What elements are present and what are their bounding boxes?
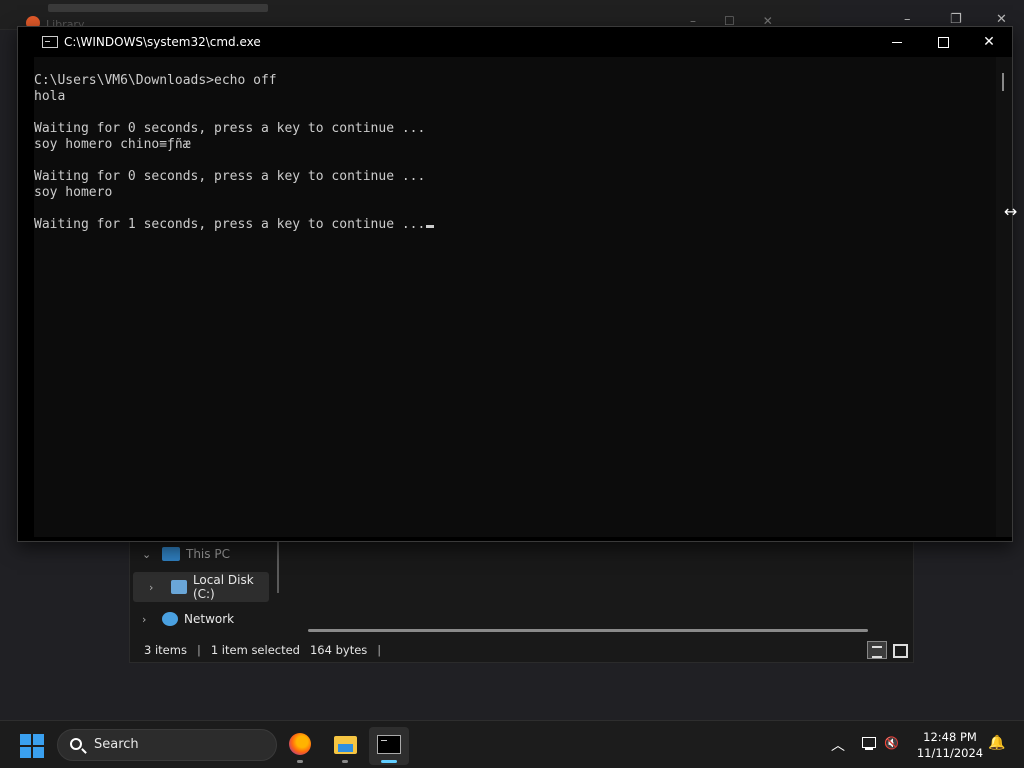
- console-line: soy homero: [34, 185, 113, 200]
- library-tab-strip: [48, 4, 268, 12]
- console-text: C:\Users\VM6\Downloads>echo off hola Wait…: [34, 73, 435, 233]
- computer-icon: [162, 547, 180, 561]
- search-label: Search: [94, 737, 139, 752]
- console-output[interactable]: C:\Users\VM6\Downloads>echo off hola Wait…: [34, 57, 996, 537]
- content-horizontal-scrollbar[interactable]: [308, 629, 868, 632]
- file-explorer-icon: [334, 736, 357, 754]
- taskbar-clock[interactable]: 12:48 PM 11/11/2024: [915, 729, 985, 761]
- network-icon: [162, 612, 178, 626]
- firefox-icon: [289, 733, 311, 755]
- nav-item-label: Network: [184, 612, 235, 626]
- clock-time: 12:48 PM: [923, 730, 977, 744]
- active-indicator: [381, 760, 397, 763]
- console-line-last: Waiting for 1 seconds, press a key to co…: [34, 217, 435, 233]
- explorer-restore-icon[interactable]: ❐: [950, 12, 962, 27]
- nav-item-network[interactable]: › Network: [130, 604, 270, 634]
- status-item-count: 3 items: [144, 643, 187, 657]
- nav-item-this-pc[interactable]: ⌄ This PC: [130, 539, 270, 569]
- cmd-window: C:\WINDOWS\system32\cmd.exe ✕ C:\Users\V…: [17, 26, 1013, 542]
- chevron-up-icon[interactable]: ︿: [831, 735, 845, 755]
- chevron-down-icon[interactable]: ⌄: [142, 548, 158, 561]
- console-line: hola: [34, 89, 66, 104]
- notification-bell-icon[interactable]: 🔔: [988, 735, 1005, 751]
- file-explorer-window: ⌄ This PC › Local Disk (C:) › Network 3 …: [129, 537, 914, 663]
- command-prompt-icon: [42, 36, 58, 48]
- resize-horizontal-cursor-icon: ↔: [1004, 202, 1018, 221]
- console-scrollbar[interactable]: [996, 57, 1012, 537]
- volume-muted-icon[interactable]: 🔇: [884, 736, 899, 750]
- status-separator: |: [196, 643, 201, 657]
- taskbar-file-explorer-button[interactable]: [325, 727, 365, 765]
- details-view-button[interactable]: [867, 641, 887, 659]
- minimize-button[interactable]: [874, 27, 920, 57]
- navigation-pane: ⌄ This PC › Local Disk (C:) › Network: [130, 537, 280, 637]
- nav-item-label: This PC: [186, 547, 230, 561]
- drive-icon: [171, 580, 187, 594]
- nav-item-label: Local Disk (C:): [192, 573, 254, 601]
- explorer-close-icon[interactable]: ✕: [996, 12, 1007, 27]
- running-indicator: [342, 760, 348, 763]
- console-line: Waiting for 0 seconds, press a key to co…: [34, 169, 426, 184]
- clock-date: 11/11/2024: [916, 746, 984, 760]
- status-separator: |: [377, 643, 382, 657]
- status-selected: 1 item selected: [210, 643, 300, 657]
- taskbar-firefox-button[interactable]: [280, 727, 320, 765]
- network-disconnected-icon[interactable]: [862, 737, 876, 750]
- taskbar-cmd-button[interactable]: [369, 727, 409, 765]
- large-icons-view-button[interactable]: [890, 641, 908, 659]
- windows-logo-icon[interactable]: [20, 734, 44, 758]
- status-bar: 3 items | 1 item selected 164 bytes |: [144, 643, 391, 657]
- taskbar-search-box[interactable]: Search: [57, 729, 277, 761]
- command-prompt-icon: [377, 735, 401, 754]
- taskbar: Search ︿ 🔇 12:48 PM 11/11/2024 🔔: [0, 720, 1024, 768]
- console-line: Waiting for 1 seconds, press a key to co…: [34, 217, 426, 232]
- running-indicator: [297, 760, 303, 763]
- explorer-minimize-icon[interactable]: –: [904, 12, 911, 27]
- nav-pane-scrollbar[interactable]: [277, 537, 279, 593]
- console-line: soy homero chino≡ƒñæ: [34, 137, 191, 152]
- console-line: C:\Users\VM6\Downloads>echo off: [34, 73, 277, 88]
- search-icon: [70, 738, 82, 750]
- chevron-right-icon[interactable]: ›: [142, 613, 158, 626]
- close-button[interactable]: ✕: [966, 27, 1012, 57]
- scrollbar-thumb[interactable]: [1002, 73, 1004, 91]
- maximize-button[interactable]: [920, 27, 966, 57]
- cmd-window-title: C:\WINDOWS\system32\cmd.exe: [64, 35, 261, 49]
- nav-item-local-disk[interactable]: › Local Disk (C:): [133, 572, 269, 602]
- cmd-titlebar[interactable]: C:\WINDOWS\system32\cmd.exe ✕: [18, 27, 1012, 57]
- text-cursor: [426, 225, 435, 228]
- console-line: Waiting for 0 seconds, press a key to co…: [34, 121, 426, 136]
- status-size: 164 bytes: [309, 643, 368, 657]
- chevron-right-icon[interactable]: ›: [149, 581, 163, 594]
